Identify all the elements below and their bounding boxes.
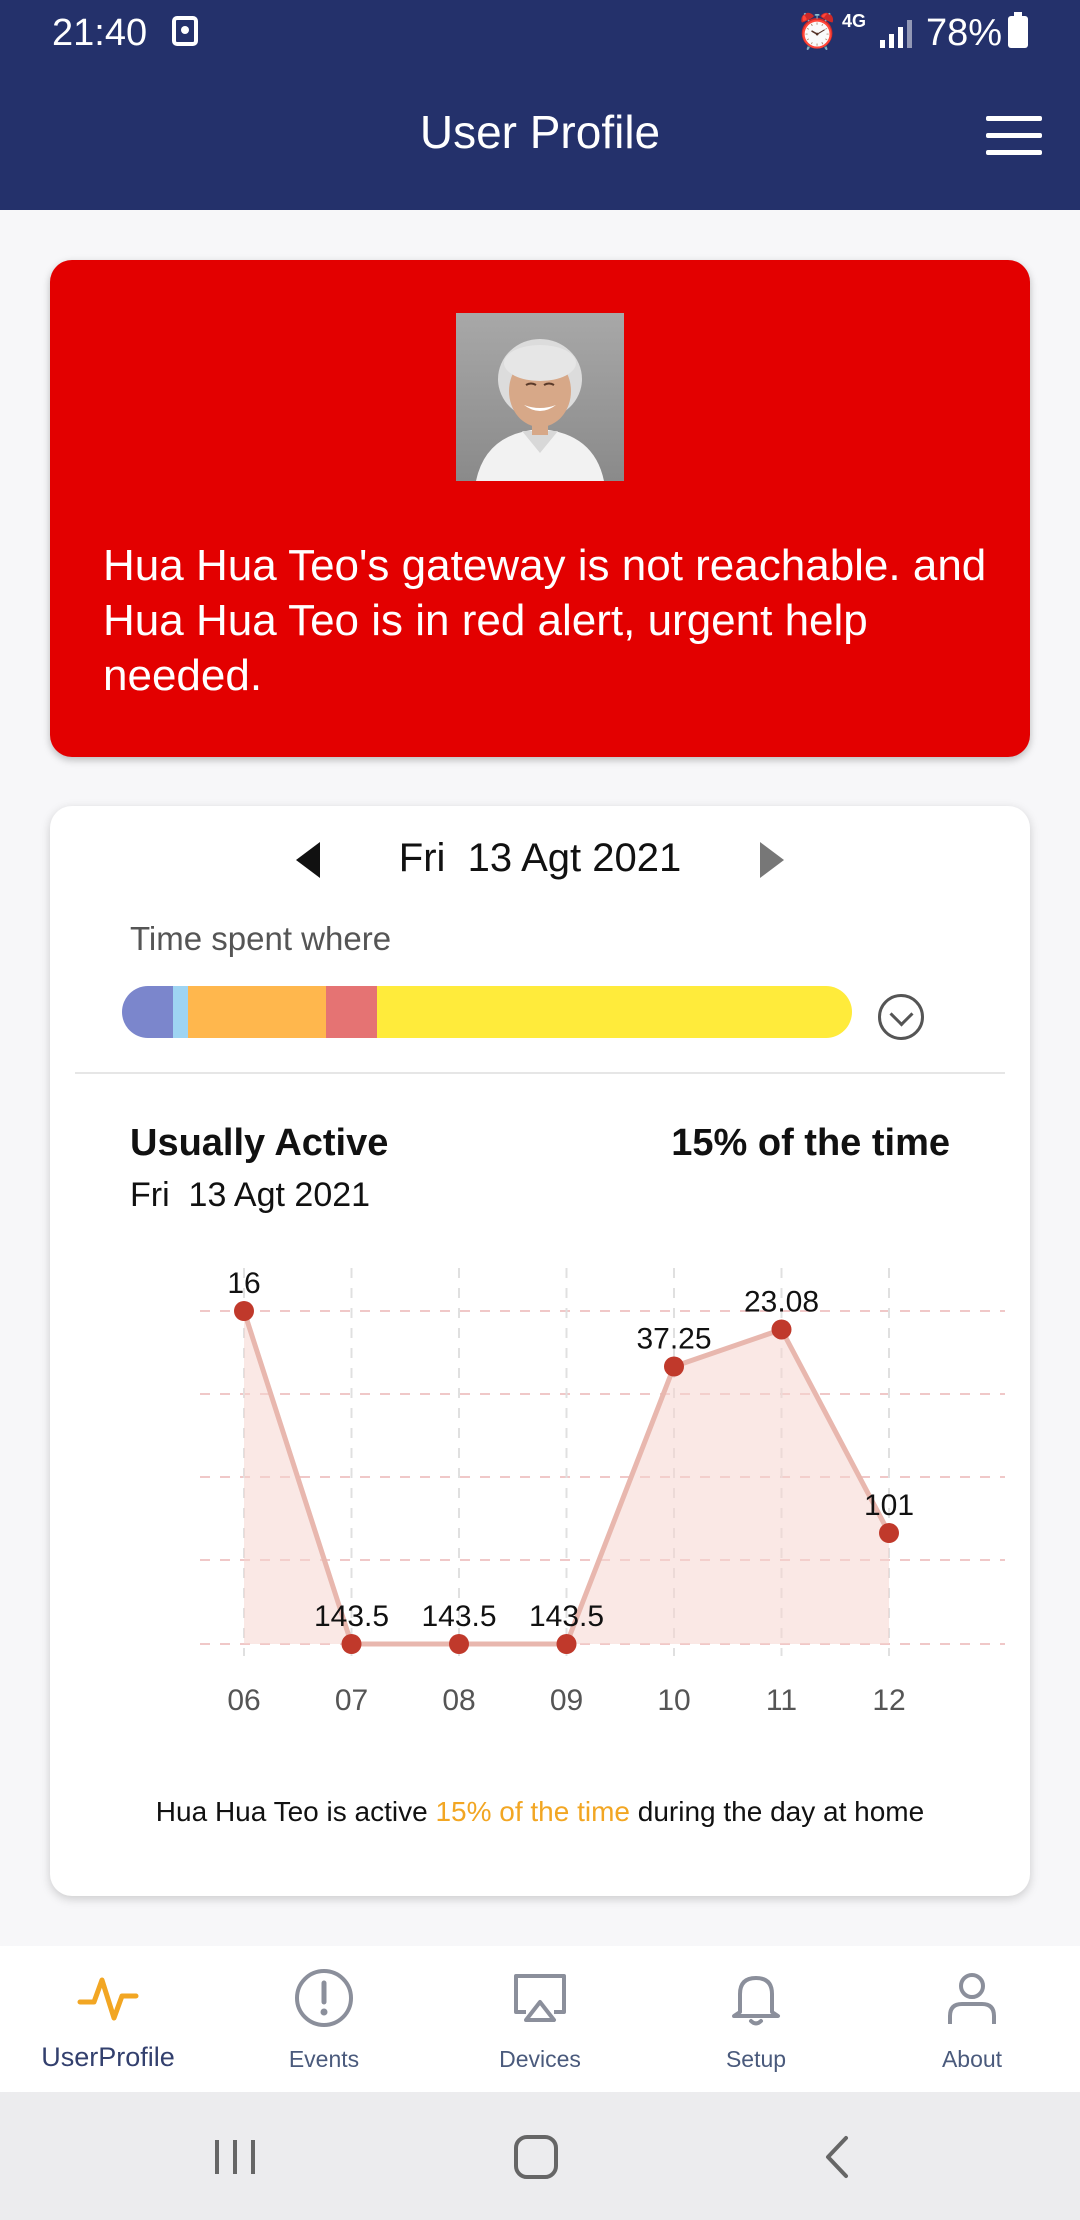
user-icon	[948, 1973, 996, 2024]
app-header: 21:40 ⏰ 4G 78% User Profile	[0, 0, 1080, 210]
activity-pulse-icon	[77, 1977, 139, 2021]
data-point-07	[341, 1634, 362, 1654]
alert-message: Hua Hua Teo's gateway is not reachable. …	[103, 541, 987, 700]
data-label-06: 16	[227, 1267, 260, 1300]
nav-label: Setup	[725, 2046, 787, 2072]
data-point-09	[556, 1634, 577, 1654]
summary-suffix: during the day at home	[630, 1796, 925, 1827]
alert-circle-icon	[295, 1969, 353, 2027]
activity-summary: Hua Hua Teo is active 15% of the time du…	[50, 1796, 1030, 1828]
nav-devices[interactable]: Devices	[432, 1946, 648, 2092]
x-tick-label-06: 06	[227, 1684, 260, 1717]
alarm-icon: ⏰	[796, 13, 839, 51]
data-label-12: 101	[864, 1489, 914, 1522]
data-label-11: 23.08	[744, 1285, 819, 1318]
data-point-08	[449, 1634, 469, 1654]
bell-icon	[732, 1976, 780, 2026]
nav-setup[interactable]: Setup	[648, 1946, 864, 2092]
nav-label: UserProfile	[41, 2042, 175, 2072]
x-tick-label-12: 12	[872, 1684, 905, 1717]
x-tick-label-07: 07	[335, 1684, 368, 1717]
bottom-navigation: UserProfile Events Devices Setup About	[0, 1946, 1080, 2092]
summary-highlight: 15% of the time	[435, 1796, 630, 1827]
x-tick-label-11: 11	[766, 1684, 797, 1717]
nav-about[interactable]: About	[864, 1946, 1080, 2092]
avatar	[456, 313, 624, 481]
network-type: 4G	[842, 11, 867, 31]
data-point-12	[879, 1523, 899, 1543]
data-point-10	[664, 1356, 684, 1377]
data-point-06	[234, 1301, 254, 1321]
signal-icon	[880, 18, 916, 48]
data-label-08: 143.5	[421, 1600, 496, 1633]
nav-label: Devices	[499, 2046, 581, 2072]
battery-percent: 78%	[926, 12, 1003, 54]
data-label-09: 143.5	[529, 1600, 604, 1633]
page-title: User Profile	[419, 106, 661, 158]
system-navigation-bar	[0, 2092, 1080, 2220]
status-time: 21:40	[52, 12, 148, 54]
status-bar: 21:40 ⏰ 4G 78%	[0, 0, 1080, 66]
data-label-10: 37.25	[636, 1323, 711, 1356]
screen-record-icon	[172, 16, 198, 46]
summary-prefix: Hua Hua Teo is active	[155, 1796, 436, 1827]
battery-icon	[1008, 12, 1028, 48]
alert-card: Hua Hua Teo's gateway is not reachable. …	[50, 260, 1030, 757]
data-point-11	[771, 1319, 792, 1340]
x-tick-label-08: 08	[442, 1684, 475, 1717]
x-tick-label-10: 10	[657, 1684, 690, 1717]
back-icon[interactable]	[808, 2132, 868, 2182]
nav-userprofile[interactable]: UserProfile	[0, 1946, 216, 2092]
nav-label: About	[941, 2046, 1003, 2072]
nav-events[interactable]: Events	[216, 1946, 432, 2092]
nav-label: Events	[288, 2046, 360, 2072]
cast-screen-icon	[514, 1974, 566, 2022]
activity-line-chart: 16 143.5 143.5 143.5 37.25 23.08 101 06 07 08 09 10…	[200, 1267, 1005, 1717]
x-tick-label-09: 09	[550, 1684, 583, 1717]
activity-card: Fri 13 Agt 2021 Time spent where Usually…	[50, 806, 1030, 1896]
data-label-07: 143.5	[314, 1600, 389, 1633]
home-icon[interactable]	[506, 2132, 566, 2182]
recent-apps-icon[interactable]	[205, 2132, 265, 2182]
hamburger-menu-icon[interactable]	[986, 116, 1042, 156]
